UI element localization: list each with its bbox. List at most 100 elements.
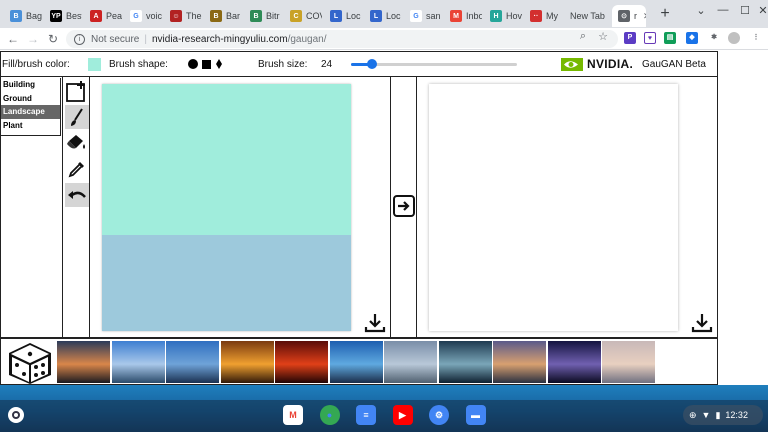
download-segmentation-button[interactable] — [364, 313, 386, 333]
brush-shape-label: Brush shape: — [109, 59, 168, 70]
files-app-icon[interactable]: ▬ — [465, 405, 486, 425]
style-thumbnail[interactable] — [602, 341, 655, 383]
browser-tab[interactable]: ·· My — [524, 5, 562, 27]
tab-label: Hov — [506, 11, 522, 21]
search-icon[interactable]: ⌕ — [576, 30, 590, 43]
tab-label: Bag — [26, 11, 42, 21]
extension-icon[interactable]: ▤ — [664, 32, 676, 44]
chrome-app-icon[interactable]: ● — [319, 405, 340, 425]
canvas-sky-region[interactable] — [102, 84, 351, 235]
browser-tab[interactable]: B Bar — [204, 5, 242, 27]
new-canvas-tool[interactable] — [65, 79, 89, 103]
bookmark-star-icon[interactable]: ☆ — [596, 30, 610, 43]
launcher-button[interactable] — [8, 407, 24, 423]
extensions-puzzle-icon[interactable]: ✱ — [708, 32, 720, 44]
browser-tab[interactable]: YP Best — [44, 5, 82, 27]
label-item-landscape[interactable]: Landscape — [1, 105, 60, 119]
info-icon[interactable]: i — [74, 33, 85, 45]
forward-icon[interactable]: → — [24, 30, 42, 48]
browser-tab[interactable]: A Peal — [84, 5, 122, 27]
youtube-app-icon[interactable]: ▶ — [392, 405, 413, 425]
download-output-button[interactable] — [691, 313, 713, 333]
profile-avatar[interactable] — [728, 32, 740, 44]
settings-app-icon[interactable]: ⚙ — [429, 405, 449, 425]
tab-label: voic — [146, 11, 162, 21]
style-thumbnail[interactable] — [493, 341, 546, 383]
browser-tab[interactable]: Gsan — [404, 5, 442, 27]
label-item-plant[interactable]: Plant — [1, 119, 60, 133]
tab-label: The — [186, 11, 202, 21]
brush-circle-icon[interactable] — [188, 59, 198, 69]
tab-favicon-icon: B — [250, 10, 262, 22]
canvas-ground-region[interactable] — [102, 235, 351, 331]
close-window-icon[interactable]: ✕ — [754, 4, 768, 17]
brush-size-slider-thumb[interactable] — [367, 59, 377, 69]
label-item-building[interactable]: Building — [1, 78, 60, 92]
undo-tool[interactable] — [65, 183, 89, 207]
generate-button[interactable] — [393, 195, 415, 217]
tab-label: Loc — [386, 11, 401, 21]
menu-kebab-icon[interactable]: ⋮ — [750, 32, 762, 44]
eyedropper-tool[interactable] — [65, 157, 89, 181]
tab-favicon-icon: ·· — [530, 10, 542, 22]
add-icon[interactable]: ⊕ — [689, 410, 697, 421]
tab-favicon-icon: M — [450, 10, 462, 22]
back-icon[interactable]: ← — [4, 30, 22, 48]
style-thumbnail[interactable] — [57, 341, 110, 383]
brush-diamond-icon[interactable] — [216, 59, 222, 69]
style-thumbnail[interactable] — [384, 341, 437, 383]
label-item-ground[interactable]: Ground — [1, 92, 60, 106]
style-thumbnail[interactable] — [220, 341, 274, 383]
browser-tab[interactable]: ☺ The — [164, 5, 202, 27]
brush-icon — [71, 108, 83, 126]
tool-column — [62, 77, 90, 337]
extension-icon[interactable]: ◆ — [686, 32, 698, 44]
tab-favicon-icon: L — [370, 10, 382, 22]
tab-label: Best — [66, 11, 82, 21]
undo-icon — [68, 191, 86, 199]
reload-icon[interactable]: ↻ — [44, 30, 62, 48]
browser-tab[interactable]: C COV — [284, 5, 322, 27]
docs-app-icon[interactable]: ≡ — [356, 405, 376, 425]
tab-favicon-icon: YP — [50, 10, 62, 22]
restore-icon[interactable]: — — [714, 4, 732, 16]
tab-favicon-icon: B — [210, 10, 222, 22]
segmentation-canvas[interactable] — [102, 84, 351, 331]
browser-tab[interactable]: B Bitr — [244, 5, 282, 27]
maximize-icon[interactable]: ☐ — [736, 4, 754, 17]
random-style-dice-button[interactable] — [5, 341, 55, 385]
fill-color-swatch[interactable] — [88, 58, 101, 71]
tab-close-icon[interactable]: ✕ — [643, 11, 646, 22]
extension-icon[interactable]: P — [624, 32, 636, 44]
gmail-app-icon[interactable]: M — [283, 405, 303, 425]
brush-size-value: 24 — [321, 59, 333, 70]
style-thumbnail[interactable] — [438, 341, 492, 383]
transfer-column — [390, 77, 417, 337]
browser-tab[interactable]: New Tab — [564, 5, 606, 27]
browser-tab[interactable]: H Hov — [484, 5, 522, 27]
tab-label: New Tab — [570, 11, 605, 21]
minimize-icon[interactable]: ⌄ — [692, 4, 710, 17]
browser-tab[interactable]: B Bag — [4, 5, 42, 27]
style-thumbnail[interactable] — [166, 341, 219, 383]
style-thumbnail[interactable] — [275, 341, 328, 383]
brush-square-icon[interactable] — [202, 60, 211, 69]
browser-tab[interactable]: ⊙ r ✕ — [612, 5, 646, 27]
new-tab-button[interactable]: + — [656, 5, 674, 23]
address-bar[interactable]: i Not secure | nvidia-research-mingyuliu… — [66, 30, 618, 48]
style-thumbnail[interactable] — [329, 341, 383, 383]
style-thumbnail[interactable] — [111, 341, 165, 383]
fill-bucket-tool[interactable] — [65, 131, 89, 155]
browser-tab[interactable]: L Loc — [324, 5, 362, 27]
eyedropper-icon — [68, 162, 84, 178]
browser-tab[interactable]: Gvoic — [124, 5, 162, 27]
style-thumbnail-strip — [0, 337, 718, 385]
tab-favicon-icon: H — [490, 10, 502, 22]
style-thumbnail[interactable] — [547, 341, 601, 383]
brush-tool[interactable] — [65, 105, 89, 129]
extension-icon[interactable]: ♥ — [644, 32, 656, 44]
system-tray[interactable]: ⊕ ▼ ▮ 12:32 — [683, 405, 763, 425]
browser-tab[interactable]: M Inbo — [444, 5, 482, 27]
label-list: Building Ground Landscape Plant — [1, 78, 61, 136]
browser-tab[interactable]: L Loc — [364, 5, 402, 27]
